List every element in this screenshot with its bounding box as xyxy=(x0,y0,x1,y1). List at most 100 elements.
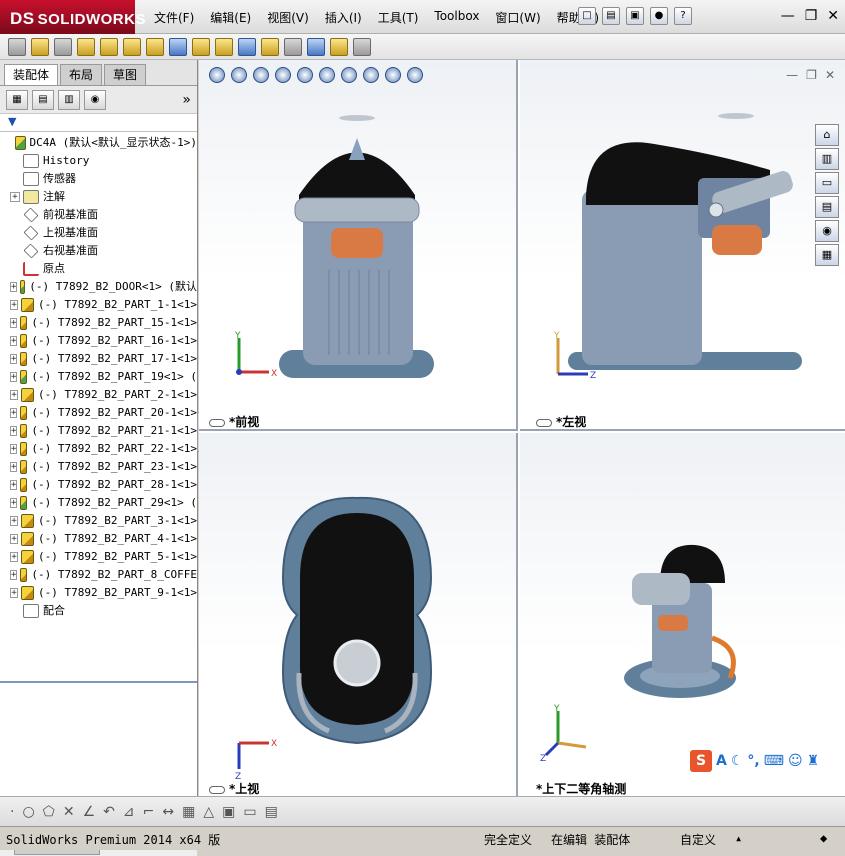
view-settings-icon[interactable] xyxy=(407,67,423,83)
tree-node[interactable]: + (-) T7892_B2_DOOR<1> (默认 xyxy=(0,278,197,296)
expand-icon[interactable]: + xyxy=(10,318,18,328)
expand-icon[interactable]: + xyxy=(10,408,18,418)
mate-icon[interactable] xyxy=(54,37,72,56)
bill-of-materials-icon[interactable] xyxy=(238,37,256,56)
expand-icon[interactable]: + xyxy=(10,462,18,472)
status-custom[interactable]: 自定义 xyxy=(680,831,716,848)
minimize-icon[interactable]: — xyxy=(781,8,795,24)
expand-icon[interactable]: + xyxy=(10,372,18,382)
menu-item[interactable]: 插入(I) xyxy=(317,9,370,26)
viewport-top[interactable]: Z X *上视 xyxy=(199,433,518,796)
tree-node[interactable]: 前视基准面 xyxy=(0,206,197,224)
featuremanager-icon[interactable]: ▦ xyxy=(6,89,28,110)
tree-node[interactable]: + (-) T7892_B2_PART_3-1<1> xyxy=(0,512,197,530)
viewport-left[interactable]: — ❐ ✕ Y Z *左视 xyxy=(520,60,845,431)
relations-icon[interactable]: △ xyxy=(203,804,214,820)
tree-node[interactable]: + (-) T7892_B2_PART_16-1<1> xyxy=(0,332,197,350)
reference-geometry-icon[interactable] xyxy=(192,37,210,56)
expand-icon[interactable]: + xyxy=(10,390,19,400)
trim-icon[interactable]: ✕ xyxy=(63,804,75,820)
viewport-restore-icon[interactable]: ❐ xyxy=(806,68,817,82)
tree-node[interactable]: 原点 xyxy=(0,260,197,278)
hide-show-items-icon[interactable] xyxy=(341,67,357,83)
traffic-light-icon[interactable]: ● xyxy=(650,7,668,25)
iso-view-label[interactable]: *上下二等角轴测 xyxy=(536,780,626,796)
snapshot-icon[interactable] xyxy=(353,37,371,56)
grid-icon[interactable]: ▦ xyxy=(182,804,195,820)
menu-item[interactable]: 窗口(W) xyxy=(487,9,548,26)
front-view-label[interactable]: *前视 xyxy=(209,413,259,429)
menu-item[interactable]: Toolbox xyxy=(426,9,487,26)
tree-node[interactable]: + (-) T7892_B2_PART_4-1<1> xyxy=(0,530,197,548)
dimension-icon[interactable]: ↔ xyxy=(162,804,174,820)
panel-divider[interactable] xyxy=(0,681,197,683)
tree-node[interactable]: 上视基准面 xyxy=(0,224,197,242)
offset-icon[interactable]: ↶ xyxy=(103,804,115,820)
zoom-to-area-icon[interactable] xyxy=(231,67,247,83)
explode-line-icon[interactable] xyxy=(284,37,302,56)
tree-node[interactable]: + (-) T7892_B2_PART_5-1<1> xyxy=(0,548,197,566)
expand-icon[interactable]: + xyxy=(10,516,19,526)
tree-node[interactable]: + (-) T7892_B2_PART_22-1<1> xyxy=(0,440,197,458)
tree-node[interactable]: + (-) T7892_B2_PART_8_COFFE xyxy=(0,566,197,584)
tag-icon[interactable]: ◆ xyxy=(820,831,827,845)
expand-icon[interactable]: + xyxy=(10,426,18,436)
panel-tab[interactable]: 布局 xyxy=(60,64,103,85)
restore-icon[interactable]: ❐ xyxy=(805,8,818,24)
filter-icon[interactable]: ▼ xyxy=(8,115,16,128)
ime-logo-icon[interactable]: S xyxy=(690,750,712,772)
tree-node[interactable]: + (-) T7892_B2_PART_29<1> ( xyxy=(0,494,197,512)
close-icon[interactable]: ✕ xyxy=(827,8,839,24)
tree-node[interactable]: 传感器 xyxy=(0,170,197,188)
expand-icon[interactable]: + xyxy=(10,552,19,562)
expand-icon[interactable]: + xyxy=(10,588,19,598)
insert-component-icon[interactable] xyxy=(31,37,49,56)
user-icon[interactable]: ☺ xyxy=(788,753,803,769)
expand-icon[interactable]: + xyxy=(10,300,19,310)
expand-icon[interactable]: + xyxy=(10,444,18,454)
show-hidden-icon[interactable] xyxy=(146,37,164,56)
graphics-area[interactable]: Y X *前视 — ❐ ✕ Y Z *左视 Z X *上视 Y Z *上下二等角… xyxy=(199,60,845,796)
viewport-close-icon[interactable]: ✕ xyxy=(825,68,835,82)
save-icon[interactable]: ▣ xyxy=(626,7,644,25)
window-icon[interactable]: ▭ xyxy=(243,804,256,820)
move-component-icon[interactable] xyxy=(123,37,141,56)
corner-icon[interactable]: ⌐ xyxy=(143,804,155,820)
tree-node[interactable]: + (-) T7892_B2_PART_28-1<1> xyxy=(0,476,197,494)
link-view-icon[interactable] xyxy=(209,785,225,794)
propertymanager-icon[interactable]: ▤ xyxy=(32,89,54,110)
smart-fasteners-icon[interactable] xyxy=(100,37,118,56)
expand-icon[interactable]: + xyxy=(10,282,18,292)
link-view-icon[interactable] xyxy=(209,418,225,427)
tree-node[interactable]: History xyxy=(0,152,197,170)
tree-node[interactable]: + (-) T7892_B2_PART_2-1<1> xyxy=(0,386,197,404)
exploded-view-icon[interactable] xyxy=(261,37,279,56)
point-icon[interactable]: · xyxy=(10,804,14,820)
open-folder-icon[interactable]: ▤ xyxy=(602,7,620,25)
expand-icon[interactable]: + xyxy=(10,192,20,202)
box-icon[interactable]: ▣ xyxy=(222,804,235,820)
shirt-icon[interactable]: ♜ xyxy=(807,753,820,769)
top-view-label[interactable]: *上视 xyxy=(209,780,259,796)
custom-properties-icon[interactable]: ▦ xyxy=(815,244,839,266)
tree-node[interactable]: + (-) T7892_B2_PART_15-1<1> xyxy=(0,314,197,332)
tree-node[interactable]: + (-) T7892_B2_PART_20-1<1> xyxy=(0,404,197,422)
tree-node[interactable]: + 注解 xyxy=(0,188,197,206)
menu-item[interactable]: 视图(V) xyxy=(259,9,317,26)
configurationmanager-icon[interactable]: ▥ xyxy=(58,89,80,110)
left-view-label[interactable]: *左视 xyxy=(536,413,586,429)
filter-bar[interactable]: ▼ xyxy=(0,114,197,132)
new-motion-study-icon[interactable] xyxy=(215,37,233,56)
tree-node[interactable]: + (-) T7892_B2_PART_1-1<1> xyxy=(0,296,197,314)
line-icon[interactable]: ∠ xyxy=(83,804,96,820)
viewport-isometric[interactable]: Y Z *上下二等角轴测 xyxy=(520,433,845,796)
expand-icon[interactable]: + xyxy=(10,534,19,544)
assembly-features-icon[interactable] xyxy=(169,37,187,56)
mirror-icon[interactable]: ⊿ xyxy=(123,804,135,820)
viewport-minimize-icon[interactable]: — xyxy=(786,68,798,82)
view-orientation-icon[interactable] xyxy=(297,67,313,83)
home-icon[interactable]: ⌂ xyxy=(815,124,839,146)
polygon-icon[interactable]: ⬠ xyxy=(43,804,55,820)
link-view-icon[interactable] xyxy=(536,418,552,427)
zoom-to-fit-icon[interactable] xyxy=(209,67,225,83)
